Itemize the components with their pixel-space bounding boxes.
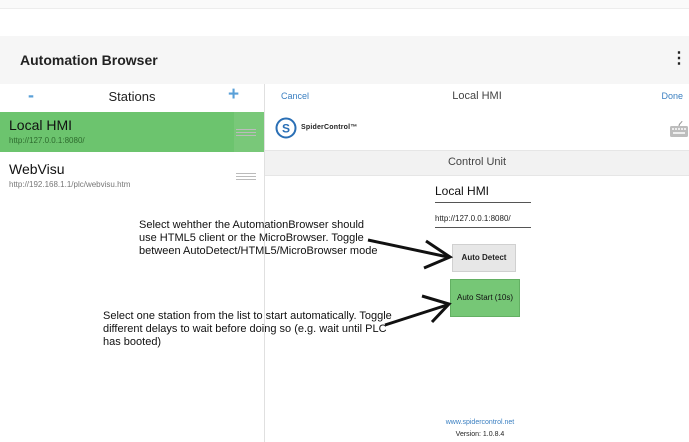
stations-panel: - Stations + Local HMI http://127.0.0.1:… (0, 84, 265, 442)
add-station-button[interactable]: + (228, 84, 239, 106)
annotation-auto-start: Select one station from the list to star… (103, 310, 392, 348)
drag-handle-icon[interactable] (236, 173, 256, 181)
station-detail-panel: Cancel Local HMI Done S SpiderControl™ C… (265, 84, 689, 442)
station-item-local-hmi[interactable]: Local HMI http://127.0.0.1:8080/ (0, 112, 264, 152)
station-item-body: WebVisu http://192.168.1.1/plc/webvisu.h… (0, 156, 234, 196)
version-label: Version: 1.0.8.4 (455, 431, 505, 438)
stations-title: Stations (108, 89, 156, 104)
drag-handle-icon[interactable] (236, 129, 256, 137)
app-title: Automation Browser (20, 52, 158, 68)
station-item-webvisu[interactable]: WebVisu http://192.168.1.1/plc/webvisu.h… (0, 156, 264, 196)
overflow-menu-icon[interactable]: ⋮ (671, 49, 687, 71)
logo-bar: S SpiderControl™ (265, 114, 689, 150)
section-title: Control Unit (447, 156, 507, 168)
svg-text:S: S (282, 122, 290, 136)
station-url: http://192.168.1.1/plc/webvisu.htm (9, 180, 131, 189)
spidercontrol-logo-icon: S (275, 117, 297, 139)
auto-start-button[interactable]: Auto Start (10s) (450, 279, 520, 317)
done-button[interactable]: Done (661, 91, 683, 101)
top-status-strip (0, 0, 689, 9)
logo-text: SpiderControl™ (301, 124, 358, 131)
website-link[interactable]: www.spidercontrol.net (425, 419, 535, 426)
stations-header: - Stations + (0, 84, 264, 110)
station-url-field[interactable]: http://127.0.0.1:8080/ (435, 211, 531, 228)
station-name: Local HMI (9, 117, 73, 133)
annotation-client-mode: Select wehther the AutomationBrowser sho… (139, 219, 378, 257)
station-url: http://127.0.0.1:8080/ (9, 136, 85, 145)
app-bar: Automation Browser ⋮ (0, 36, 689, 85)
station-item-highlight: Local HMI http://127.0.0.1:8080/ (0, 112, 234, 152)
station-name: WebVisu (9, 161, 65, 177)
detail-title: Local HMI (452, 90, 502, 102)
keyboard-icon[interactable] (669, 120, 689, 138)
control-unit-section-header: Control Unit (265, 150, 689, 176)
station-name-field[interactable]: Local HMI (435, 182, 531, 203)
auto-detect-button[interactable]: Auto Detect (452, 244, 516, 272)
